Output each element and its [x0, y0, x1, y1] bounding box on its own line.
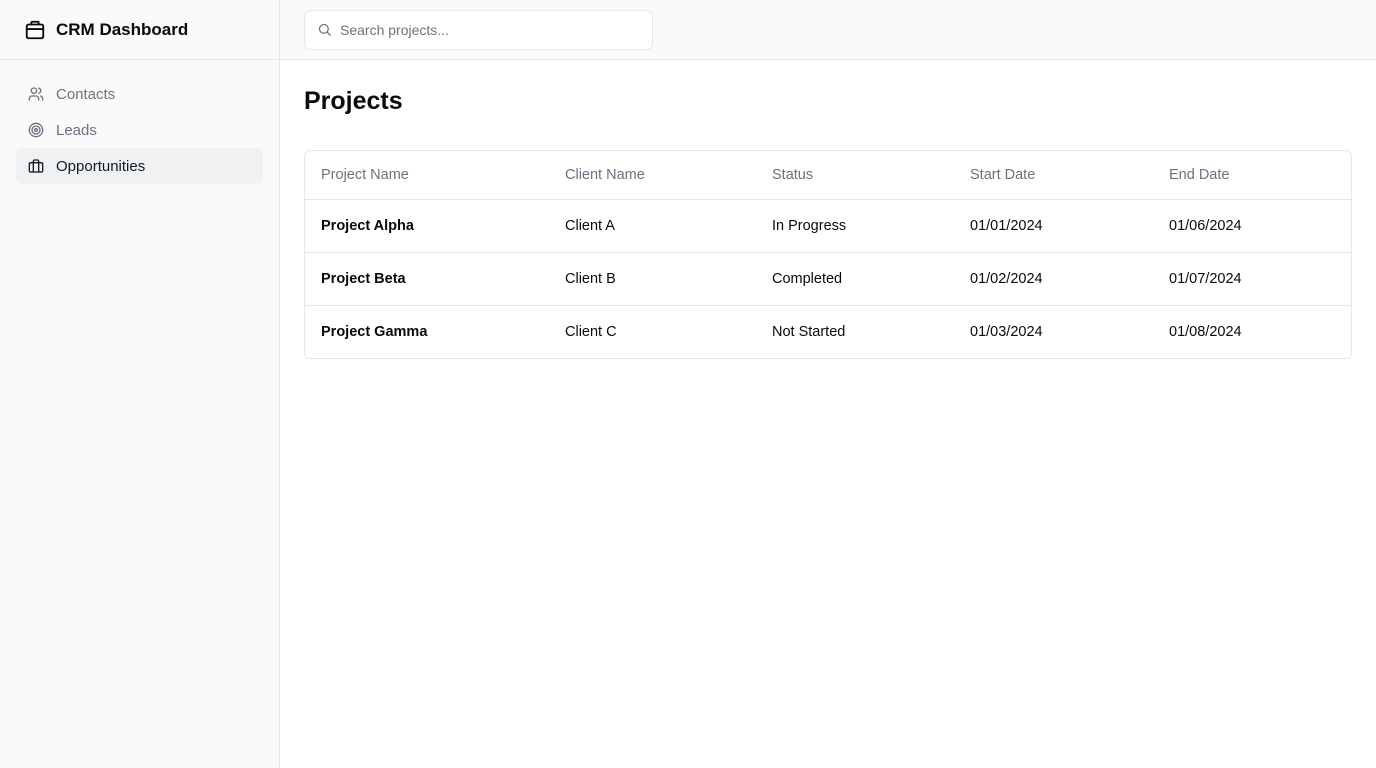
search-icon — [316, 22, 332, 38]
cell-project-name: Project Alpha — [305, 199, 549, 253]
sidebar-item-label: Leads — [56, 121, 97, 139]
app-root: CRM Dashboard Contacts Leads Opportuniti… — [0, 0, 1376, 768]
briefcase-icon — [28, 158, 44, 174]
search-input[interactable] — [340, 21, 640, 38]
cell-end-date: 01/06/2024 — [1153, 199, 1351, 253]
sidebar-nav: Contacts Leads Opportunities — [0, 60, 279, 200]
sidebar-item-opportunities[interactable]: Opportunities — [16, 148, 263, 184]
cell-end-date: 01/08/2024 — [1169, 323, 1242, 340]
brand: CRM Dashboard — [0, 0, 279, 60]
cell-status: Completed — [756, 252, 954, 306]
cell-start-date: 01/01/2024 — [954, 199, 1153, 253]
column-header-project-name: Project Name — [305, 151, 549, 200]
content: Projects Project Name Client Name Status… — [280, 60, 1376, 383]
cell-status: In Progress — [756, 199, 954, 253]
search-box[interactable] — [304, 9, 653, 50]
projects-table-card: Project Name Client Name Status Start Da… — [304, 150, 1352, 359]
projects-table: Project Name Client Name Status Start Da… — [305, 151, 1351, 358]
cell-client-name: Client B — [549, 252, 756, 306]
sidebar: CRM Dashboard Contacts Leads Opportuniti… — [0, 0, 280, 768]
column-header-start-date: Start Date — [954, 151, 1153, 200]
column-header-client-name: Client Name — [549, 151, 756, 200]
sidebar-item-label: Contacts — [56, 85, 116, 103]
cell-end-date: 01/07/2024 — [1153, 252, 1351, 306]
sidebar-item-label: Opportunities — [56, 157, 146, 175]
table-header-row: Project Name Client Name Status Start Da… — [305, 151, 1351, 200]
column-header-end-date: End Date — [1153, 151, 1351, 200]
sidebar-item-leads[interactable]: Leads — [16, 112, 263, 148]
cell-start-date: 01/03/2024 — [970, 323, 1043, 340]
sidebar-item-contacts[interactable]: Contacts — [16, 76, 263, 112]
cell-project-name: Project Gamma — [321, 323, 428, 340]
topbar — [280, 0, 1376, 60]
table-row[interactable]: Project Alpha Client A In Progress 01/01… — [305, 199, 1351, 253]
package-icon — [24, 19, 46, 41]
cell-start-date: 01/02/2024 — [954, 252, 1153, 306]
main-area: Projects Project Name Client Name Status… — [280, 0, 1376, 768]
cell-client-name: Client C — [565, 323, 617, 340]
users-icon — [28, 86, 44, 102]
cell-project-name: Project Beta — [305, 252, 549, 306]
cell-client-name: Client A — [549, 199, 756, 253]
table-row[interactable]: Project Beta Client B Completed 01/02/20… — [305, 252, 1351, 306]
page-title: Projects — [304, 87, 403, 115]
column-header-status: Status — [756, 151, 954, 200]
cell-status: Not Started — [772, 323, 846, 340]
target-icon — [28, 122, 44, 138]
app-title: CRM Dashboard — [56, 19, 189, 39]
table-row[interactable]: Project Gamma Client C Not Started 01/03… — [305, 305, 1351, 358]
